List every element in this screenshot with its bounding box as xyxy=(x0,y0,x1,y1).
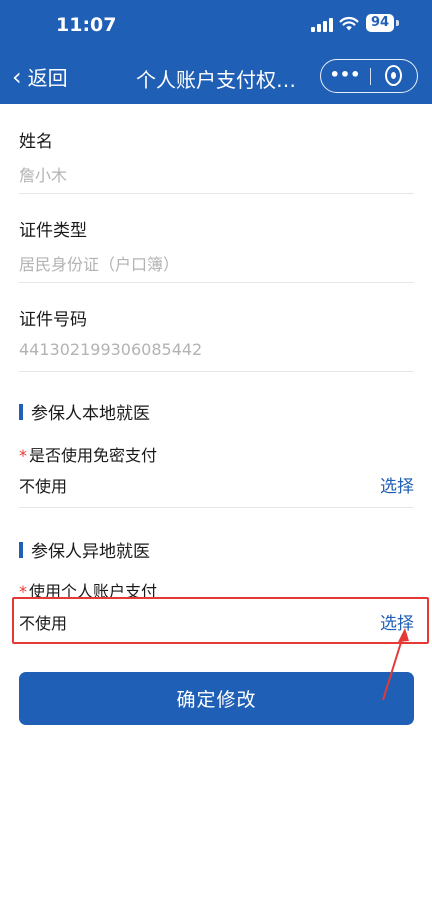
passwordless-payment-label-text: 是否使用免密支付 xyxy=(29,446,158,465)
page-title: 个人账户支付权… xyxy=(136,68,296,92)
section-title-remote-text: 参保人异地就医 xyxy=(31,542,150,562)
id-type-label: 证件类型 xyxy=(19,221,87,241)
navigation-bar: ‹ 返回 个人账户支付权… ••• xyxy=(0,50,432,104)
name-value: 詹小木 xyxy=(19,166,68,185)
chevron-left-icon: ‹ xyxy=(12,62,22,91)
section-accent-bar xyxy=(19,541,23,558)
passwordless-payment-label: * 是否使用免密支付 xyxy=(19,442,157,466)
passwordless-payment-select-link[interactable]: 选择 xyxy=(380,472,414,497)
back-button[interactable]: ‹ 返回 xyxy=(12,62,68,91)
divider xyxy=(19,371,414,372)
name-label: 姓名 xyxy=(19,132,53,152)
section-accent-bar xyxy=(19,403,23,420)
back-label: 返回 xyxy=(27,66,68,90)
close-miniprogram-icon[interactable] xyxy=(385,65,405,87)
name-field: 姓名 詹小木 xyxy=(19,127,414,186)
id-number-label: 证件号码 xyxy=(19,310,87,330)
id-number-field: 证件号码 441302199306085442 xyxy=(19,305,414,359)
status-time: 11:07 xyxy=(56,14,117,36)
more-icon[interactable]: ••• xyxy=(329,67,361,85)
id-type-value: 居民身份证（户口簿） xyxy=(19,255,180,274)
divider xyxy=(19,193,414,194)
app-header: 11:07 94 ‹ 返回 个人账户支付权… ••• xyxy=(0,0,432,104)
cellular-signal-icon xyxy=(311,18,333,32)
required-mark: * xyxy=(19,446,27,465)
wifi-icon xyxy=(339,16,359,36)
confirm-modify-button[interactable]: 确定修改 xyxy=(19,672,414,725)
section-title-local-text: 参保人本地就医 xyxy=(31,404,150,424)
section-title-remote: 参保人异地就医 xyxy=(19,537,150,562)
capsule-divider xyxy=(370,68,371,85)
passwordless-payment-value: 不使用 xyxy=(19,477,68,496)
divider xyxy=(19,282,414,283)
annotation-highlight-box xyxy=(12,597,429,644)
divider xyxy=(19,507,414,508)
section-title-local: 参保人本地就医 xyxy=(19,399,150,424)
miniprogram-capsule: ••• xyxy=(320,59,418,93)
status-bar: 11:07 94 xyxy=(0,0,432,50)
battery-icon: 94 xyxy=(366,14,394,32)
id-number-value: 441302199306085442 xyxy=(19,340,203,359)
battery-tip xyxy=(396,20,399,26)
id-type-field: 证件类型 居民身份证（户口簿） xyxy=(19,216,414,275)
